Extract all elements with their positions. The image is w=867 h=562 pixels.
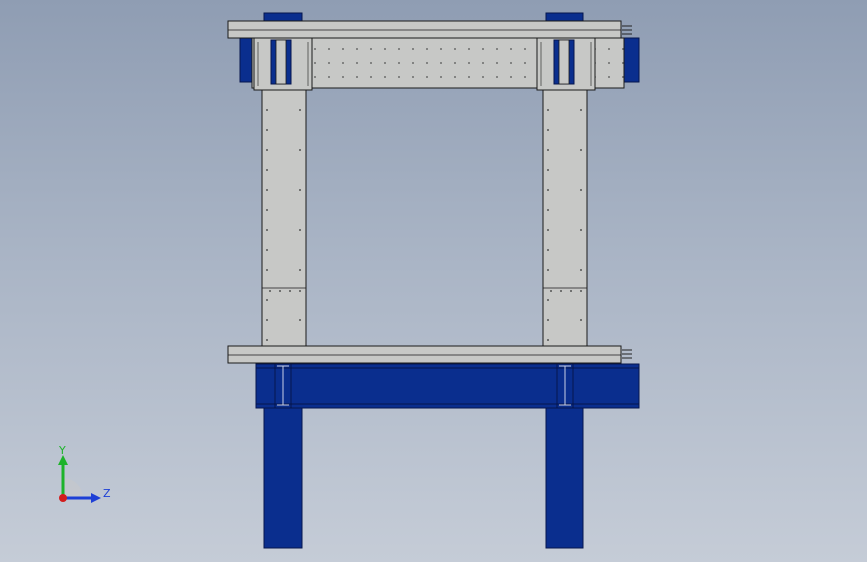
axis-x-dot [59, 494, 67, 502]
steel-leg-left[interactable] [263, 399, 303, 549]
slab-lower-bolts [622, 349, 632, 359]
concrete-column-left[interactable] [261, 87, 307, 347]
column-rebar-dots [266, 109, 582, 341]
steel-beam-upper-right-end[interactable] [621, 37, 640, 83]
axis-z-label: Z [103, 487, 111, 500]
graphics-area[interactable]: Y Z [0, 0, 867, 562]
structure-model[interactable] [0, 0, 867, 562]
concrete-slab-upper[interactable] [227, 20, 622, 39]
axis-z-arrow [91, 493, 101, 503]
concrete-slab-lower[interactable] [227, 345, 622, 364]
triad-quadrant [63, 478, 83, 498]
steel-leg-right[interactable] [545, 399, 584, 549]
concrete-column-right[interactable] [542, 87, 588, 347]
steel-beam-lower[interactable] [255, 363, 640, 409]
column-head-right[interactable] [536, 37, 596, 91]
orientation-triad[interactable]: Y Z [48, 440, 118, 510]
axis-y-label: Y [58, 444, 66, 457]
column-head-left[interactable] [253, 37, 313, 91]
slab-upper-bolts [622, 25, 632, 35]
